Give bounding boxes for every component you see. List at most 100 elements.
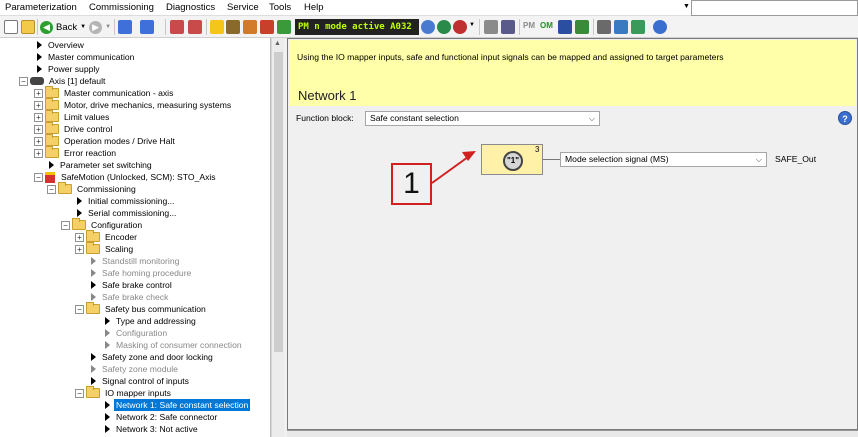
tree-item-power-supply[interactable]: Power supply — [34, 63, 102, 75]
tree-item-safety-zone-door-locking[interactable]: Safety zone and door locking — [88, 351, 215, 363]
star-icon[interactable] — [210, 20, 224, 34]
tree-item-operation-modes[interactable]: + Operation modes / Drive Halt — [34, 134, 177, 147]
tree-item-signal-control-inputs[interactable]: Signal control of inputs — [88, 375, 191, 387]
tree-item-network-1[interactable]: Network 1: Safe constant selection — [102, 399, 251, 411]
collapse-icon[interactable]: − — [19, 76, 28, 86]
tree-item-parameter-set-switching[interactable]: Parameter set switching — [46, 159, 154, 171]
tree-item-bus-configuration[interactable]: Configuration — [102, 327, 169, 339]
chart-icon[interactable] — [614, 20, 628, 34]
arrow-right-blue-icon[interactable] — [140, 20, 154, 34]
om-button[interactable]: OM — [540, 21, 553, 30]
display-icon[interactable] — [558, 20, 572, 34]
bottom-panel-edge — [287, 430, 858, 437]
expand-icon[interactable]: + — [34, 100, 43, 110]
triangle-icon — [105, 341, 110, 349]
tree-item-serial-commissioning[interactable]: Serial commissioning... — [74, 207, 178, 219]
tree-item-type-and-addressing[interactable]: Type and addressing — [102, 315, 198, 327]
network-icon[interactable] — [484, 20, 498, 34]
tree-item-axis[interactable]: − Axis [1] default — [19, 75, 107, 87]
safemotion-icon — [45, 171, 55, 183]
folder-open-icon[interactable] — [21, 20, 35, 34]
help-icon[interactable]: ? — [838, 111, 852, 125]
tree-item-safe-homing[interactable]: Safe homing procedure — [88, 267, 193, 279]
tree-item-safe-brake-check[interactable]: Safe brake check — [88, 291, 170, 303]
expand-icon[interactable]: + — [34, 136, 43, 146]
expand-icon[interactable]: + — [34, 112, 43, 122]
chevron-down-icon: ⌵ — [588, 114, 595, 123]
tree-item-master-communication-axis[interactable]: + Master communication - axis — [34, 86, 175, 99]
info-header: Using the IO mapper inputs, safe and fun… — [289, 40, 856, 106]
menu-service[interactable]: Service — [227, 2, 259, 13]
arrow-left-blue-icon[interactable] — [118, 20, 132, 34]
expand-icon[interactable]: + — [34, 148, 43, 158]
menu-tools[interactable]: Tools — [269, 2, 291, 13]
menu-parameterization[interactable]: Parameterization — [5, 2, 77, 13]
scroll-thumb[interactable] — [274, 52, 283, 352]
constant-symbol: "1" — [503, 151, 523, 171]
calendar-icon[interactable] — [243, 20, 257, 34]
tree-item-network-2[interactable]: Network 2: Safe connector — [102, 411, 219, 423]
help-icon[interactable] — [653, 20, 667, 34]
function-block-select[interactable]: Safe constant selection ⌵ — [365, 111, 600, 126]
tree-item-error-reaction[interactable]: + Error reaction — [34, 146, 118, 159]
expand-icon[interactable]: + — [34, 88, 43, 98]
menu-commissioning[interactable]: Commissioning — [89, 2, 154, 13]
tree-item-initial-commissioning[interactable]: Initial commissioning... — [74, 195, 176, 207]
check-icon[interactable] — [277, 20, 291, 34]
window-icon[interactable] — [4, 20, 18, 34]
expand-icon[interactable]: + — [34, 124, 43, 134]
cursor-icon[interactable] — [597, 20, 611, 34]
constant-function-block[interactable]: 3 "1" — [481, 144, 543, 175]
scroll-up-icon[interactable]: ▲ — [274, 40, 281, 47]
collapse-icon[interactable]: − — [34, 172, 43, 182]
tree-scrollbar[interactable]: ▲ — [271, 38, 284, 437]
tree-item-safety-zone-module[interactable]: Safety zone module — [88, 363, 180, 375]
collapse-icon[interactable]: − — [47, 184, 56, 194]
back-button[interactable]: ◀ Back ▼ ▶ ▼ — [40, 19, 111, 35]
alarm-icon[interactable] — [453, 20, 467, 34]
tree-item-overview[interactable]: Overview — [34, 39, 86, 51]
expand-icon[interactable]: + — [75, 244, 84, 254]
chevron-down-icon: ▼ — [80, 24, 87, 30]
tree-item-network-3[interactable]: Network 3: Not active — [102, 423, 200, 435]
drive-red-icon[interactable] — [170, 20, 184, 34]
tools-icon[interactable] — [226, 20, 240, 34]
tree-item-standstill-monitoring[interactable]: Standstill monitoring — [88, 255, 181, 267]
expand-icon[interactable]: + — [75, 232, 84, 242]
tree-item-commissioning[interactable]: − Commissioning — [47, 182, 138, 195]
tree-item-motor[interactable]: + Motor, drive mechanics, measuring syste… — [34, 98, 233, 111]
collapse-icon[interactable]: − — [75, 304, 84, 314]
tree-item-masking-consumer[interactable]: Masking of consumer connection — [102, 339, 244, 351]
tree-item-safe-brake-control[interactable]: Safe brake control — [88, 279, 174, 291]
network-editor-panel: Using the IO mapper inputs, safe and fun… — [287, 38, 858, 430]
tree-item-master-communication[interactable]: Master communication — [34, 51, 136, 63]
monitor-icon[interactable] — [437, 20, 451, 34]
chevron-down-icon[interactable]: ▼ — [469, 22, 475, 28]
drive-red-2-icon[interactable] — [188, 20, 202, 34]
chevron-down-icon[interactable]: ▼ — [683, 3, 690, 10]
menu-help[interactable]: Help — [304, 2, 324, 13]
folder-icon — [86, 242, 100, 254]
tree-item-configuration[interactable]: − Configuration — [61, 218, 144, 231]
menu-diagnostics[interactable]: Diagnostics — [166, 2, 215, 13]
collapse-icon[interactable]: − — [61, 220, 70, 230]
globe-icon[interactable] — [421, 20, 435, 34]
gear-red-icon[interactable] — [260, 20, 274, 34]
toolbar-separator — [593, 19, 594, 35]
parameter-tree: Overview Master communication Power supp… — [0, 38, 271, 437]
signal-select[interactable]: Mode selection signal (MS) ⌵ — [560, 152, 767, 167]
pm-button[interactable]: PM — [523, 21, 535, 30]
tree-item-scaling[interactable]: + Scaling — [75, 242, 135, 255]
tree-item-io-mapper-inputs[interactable]: − IO mapper inputs — [75, 386, 173, 399]
triangle-icon — [105, 425, 110, 433]
search-input[interactable] — [691, 0, 858, 16]
signal-icon[interactable] — [575, 20, 589, 34]
tree-item-safety-bus-communication[interactable]: − Safety bus communication — [75, 302, 208, 315]
folder-open-icon — [86, 302, 100, 314]
collapse-icon[interactable]: − — [75, 388, 84, 398]
tree-item-encoder[interactable]: + Encoder — [75, 230, 139, 243]
wizard-icon[interactable] — [631, 20, 645, 34]
device-icon[interactable] — [501, 20, 515, 34]
triangle-icon — [91, 377, 96, 385]
toolbar-separator — [479, 19, 480, 35]
